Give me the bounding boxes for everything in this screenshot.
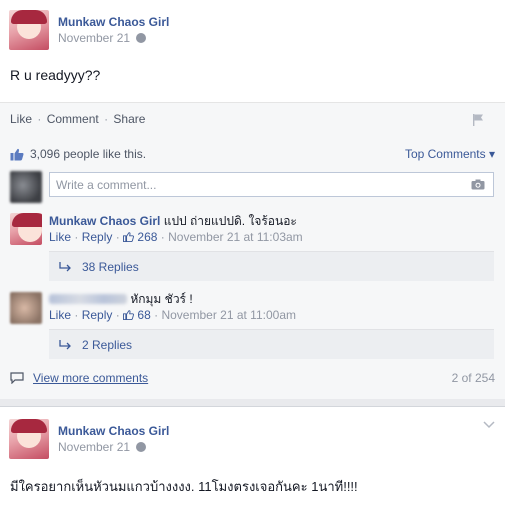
commenter-name[interactable]: Munkaw Chaos Girl [49,214,160,228]
chevron-down-icon[interactable] [483,421,495,429]
flag-icon[interactable] [471,113,485,127]
comment-body: หักมุม ชัวร์ ! [49,290,193,309]
top-comments-dropdown[interactable]: Top Comments ▾ [405,147,495,161]
globe-icon [136,442,147,452]
post-feedback-panel: Like · Comment · Share 3,096 people like… [0,102,505,399]
view-more-comments: View more comments [10,371,148,385]
post-body-text: R u readyyy?? [10,67,101,83]
comment-like-count[interactable]: 268 [137,230,157,244]
view-replies-button[interactable]: 2 Replies [49,329,494,359]
comment-like-link[interactable]: Like [49,308,71,322]
post-author-name[interactable]: Munkaw Chaos Girl [58,15,169,29]
replies-count[interactable]: 38 Replies [82,260,139,274]
post-timestamp[interactable]: November 21 [58,440,147,454]
thumbs-up-icon [123,310,135,321]
separator-dot: · [74,308,79,322]
comment-bubble-icon [10,372,24,384]
separator-dot: · [74,230,79,244]
share-link[interactable]: Share [113,112,145,126]
post-card: Munkaw Chaos Girl November 21 มีใครอยากเ… [0,406,505,508]
comment-timestamp[interactable]: November 21 at 11:00am [161,308,296,322]
view-more-comments-link[interactable]: View more comments [33,371,148,385]
camera-icon[interactable] [471,179,485,190]
post-date-text[interactable]: November 21 [58,31,130,45]
commenter-avatar[interactable] [10,213,42,245]
reply-arrow-icon [59,262,71,272]
like-link[interactable]: Like [10,112,32,126]
comment-timestamp[interactable]: November 21 at 11:03am [168,230,303,244]
comment-page-count: 2 of 254 [451,371,495,385]
comment-input-placeholder: Write a comment... [56,178,157,192]
comment-reply-link[interactable]: Reply [82,308,113,322]
post-author-name[interactable]: Munkaw Chaos Girl [58,424,169,438]
post-timestamp[interactable]: November 21 [58,31,147,45]
comment-meta: Like · Reply · 268 · November 21 at 11:0… [49,230,303,244]
post-date-text[interactable]: November 21 [58,440,130,454]
thumbs-up-icon [10,148,24,160]
comment-input[interactable]: Write a comment... [49,172,494,197]
thumbs-up-icon [123,232,135,243]
likes-count-text[interactable]: 3,096 people like this. [30,147,146,161]
comment-reply-link[interactable]: Reply [82,230,113,244]
replies-count[interactable]: 2 Replies [82,338,132,352]
post-card: Munkaw Chaos Girl November 21 R u readyy… [0,0,505,399]
author-avatar[interactable] [9,419,49,459]
comment-link[interactable]: Comment [47,112,99,126]
post-action-links: Like · Comment · Share [10,112,145,126]
view-replies-button[interactable]: 38 Replies [49,251,494,281]
likes-summary: 3,096 people like this. [10,147,146,161]
comment-text: หักมุม ชัวร์ ! [130,292,193,306]
author-avatar[interactable] [9,10,49,50]
reply-arrow-icon [59,340,71,350]
comment-meta: Like · Reply · 68 · November 21 at 11:00… [49,308,296,322]
separator-dot: · [115,308,120,322]
separator-dot: · [37,112,42,126]
globe-icon [136,33,147,43]
commenter-name-redacted[interactable] [49,294,127,304]
comment-like-count[interactable]: 68 [137,308,150,322]
separator-dot: · [154,308,159,322]
commenter-avatar[interactable] [10,292,42,324]
separator-dot: · [104,112,109,126]
separator-dot: · [160,230,165,244]
comment-text: แปป ถ่ายแปปดิ. ใจร้อนอะ [163,214,297,228]
current-user-avatar [10,171,42,203]
post-body-text: มีใครอยากเห็นหัวนมแกวบ้างงงง. 11โมงตรงเจ… [10,479,358,494]
comment-like-link[interactable]: Like [49,230,71,244]
comment-body: Munkaw Chaos Girl แปป ถ่ายแปปดิ. ใจร้อนอ… [49,212,297,231]
separator-dot: · [115,230,120,244]
